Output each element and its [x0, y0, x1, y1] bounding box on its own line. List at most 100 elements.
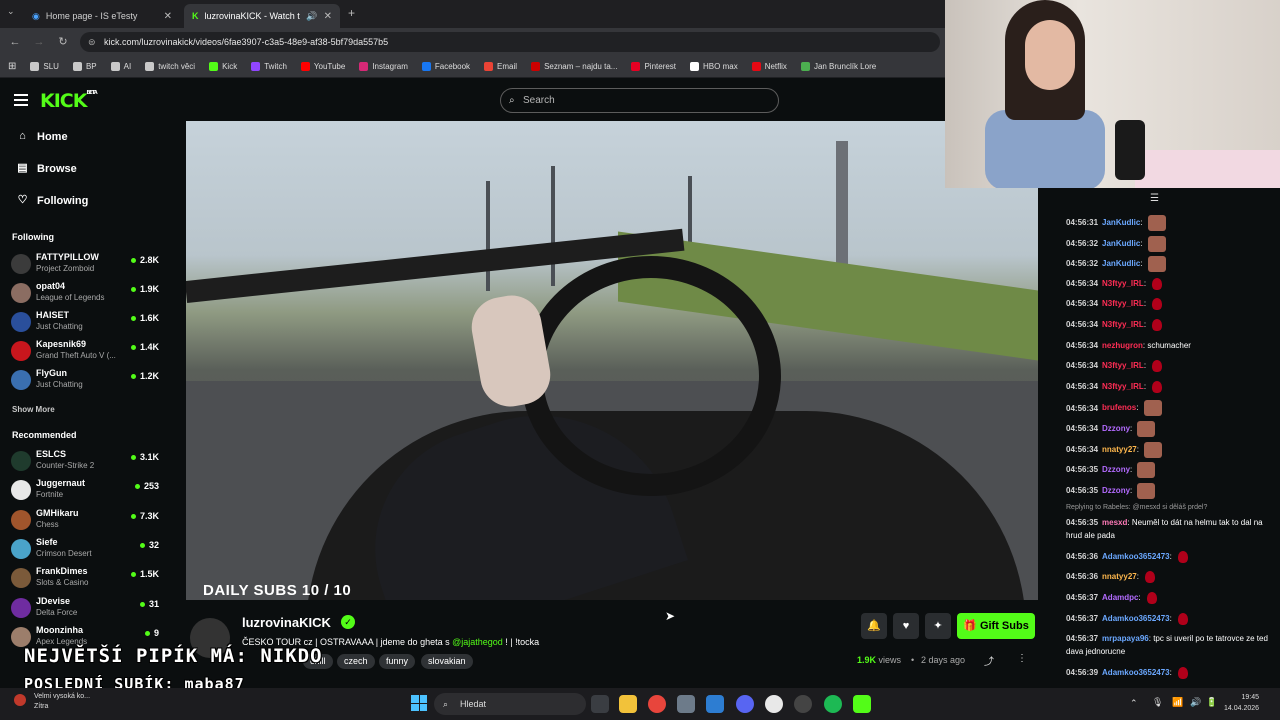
task-view-icon[interactable] — [591, 695, 609, 713]
notification-bell-icon[interactable]: 🔔 — [861, 613, 887, 639]
chat-filter-icon[interactable]: ☰ — [1150, 193, 1180, 204]
tab-kick[interactable]: K luzrovinaKICK - Watch the V 🔊 ✕ — [184, 4, 340, 28]
chat-username[interactable]: Dzzony — [1102, 465, 1130, 474]
chat-username[interactable]: nnatyy27 — [1102, 445, 1137, 454]
chat-username[interactable]: Adamkoo3652473 — [1102, 552, 1170, 561]
channel-item[interactable]: FrankDimes Slots & Casino 1.5K — [11, 565, 161, 591]
sidebar-item-home[interactable]: ⌂ Home — [16, 130, 67, 143]
obs-icon[interactable] — [794, 695, 812, 713]
spotify-icon[interactable] — [824, 695, 842, 713]
bookmark[interactable]: Facebook — [421, 62, 470, 71]
chat-username[interactable]: N3ftyy_IRL — [1102, 361, 1144, 370]
chat-username[interactable]: N3ftyy_IRL — [1102, 279, 1144, 288]
chat-username[interactable]: Dzzony — [1102, 424, 1130, 433]
streamer-name[interactable]: luzrovinaKICK — [242, 615, 331, 630]
more-options-icon[interactable]: ⋮ — [1017, 653, 1027, 664]
battery-icon[interactable]: 🔋 — [1206, 697, 1217, 708]
channel-item[interactable]: JDevise Delta Force 31 — [11, 595, 161, 621]
volume-icon[interactable]: 🔊 — [1190, 697, 1201, 708]
chat-username[interactable]: mesxd — [1102, 518, 1127, 527]
speaker-icon[interactable]: 🔊 — [306, 11, 317, 22]
channel-item[interactable]: GMHikaru Chess 7.3K — [11, 507, 161, 533]
chat-username[interactable]: Dzzony — [1102, 486, 1130, 495]
bookmark[interactable]: Jan Brunclík Lore — [800, 62, 876, 71]
sidebar-item-following[interactable]: ♡ Following — [16, 194, 89, 207]
tag[interactable]: czech — [337, 654, 375, 669]
system-clock[interactable]: 19:45 14.04.2026 — [1224, 692, 1259, 714]
bookmark[interactable]: twitch věci — [145, 62, 195, 71]
reload-icon[interactable]: ↻ — [55, 34, 71, 50]
bookmark[interactable]: YouTube — [300, 62, 345, 71]
bookmark[interactable]: SLU — [30, 62, 59, 71]
bookmark[interactable]: Email — [484, 62, 517, 71]
discord-icon[interactable] — [736, 695, 754, 713]
close-icon[interactable]: ✕ — [324, 11, 332, 22]
settings-icon[interactable] — [677, 695, 695, 713]
search-input[interactable]: ⌕ Search — [500, 88, 779, 113]
tab-home-page[interactable]: ◉ Home page - IS eTesty ✕ — [24, 4, 180, 28]
wifi-icon[interactable]: 📶 — [1172, 697, 1183, 708]
bookmark[interactable]: Instagram — [359, 62, 408, 71]
chat-username[interactable]: mrpapaya96 — [1102, 634, 1149, 643]
weather-widget[interactable]: Velmi vysoká ko... Zítra — [34, 692, 90, 712]
sidebar-item-browse[interactable]: ▤ Browse — [16, 162, 76, 175]
channel-item[interactable]: HAISET Just Chatting 1.6K — [11, 309, 161, 335]
video-player[interactable] — [186, 121, 1038, 600]
kick-logo[interactable]: KICKBETA — [40, 90, 98, 112]
close-icon[interactable]: ✕ — [164, 11, 172, 22]
chat-username[interactable]: Adamkoo3652473 — [1102, 668, 1170, 677]
forward-icon[interactable]: → — [31, 34, 47, 50]
chrome-icon[interactable] — [648, 695, 666, 713]
photos-icon[interactable] — [706, 695, 724, 713]
gift-subs-button[interactable]: 🎁 Gift Subs — [957, 613, 1035, 639]
bookmark[interactable]: Twitch — [251, 62, 287, 71]
tray-chevron-icon[interactable]: ⌃ — [1130, 698, 1138, 709]
bookmark[interactable]: Seznam – najdu ta... — [531, 62, 617, 71]
follow-heart-icon[interactable]: ♥ — [893, 613, 919, 639]
sparkle-icon[interactable]: ✦ — [925, 613, 951, 639]
channel-item[interactable]: Kapesnik69 Grand Theft Auto V (... 1.4K — [11, 338, 161, 364]
channel-item[interactable]: ESLCS Counter-Strike 2 3.1K — [11, 448, 161, 474]
site-info-icon[interactable]: ⊜ — [88, 32, 96, 52]
bookmark[interactable]: Netflix — [751, 62, 787, 71]
chat-username[interactable]: brufenos — [1102, 404, 1136, 413]
channel-item[interactable]: opat04 League of Legends 1.9K — [11, 280, 161, 306]
chat-username[interactable]: N3ftyy_IRL — [1102, 382, 1144, 391]
chat-username[interactable]: Adamkoo3652473 — [1102, 614, 1170, 623]
new-tab-icon[interactable]: + — [348, 6, 355, 20]
menu-icon[interactable] — [14, 94, 28, 106]
bookmark[interactable]: Kick — [209, 62, 237, 71]
tag[interactable]: funny — [379, 654, 416, 669]
chat-username[interactable]: nezhugron — [1102, 341, 1143, 350]
windows-start-icon[interactable] — [411, 695, 427, 711]
chat-username[interactable]: JanKudlic — [1102, 239, 1140, 248]
tag[interactable]: slovakian — [421, 654, 473, 669]
bookmark[interactable]: HBO max — [690, 62, 738, 71]
chat-username[interactable]: JanKudlic — [1102, 259, 1140, 268]
channel-item[interactable]: FlyGun Just Chatting 1.2K — [11, 367, 161, 393]
music-icon[interactable] — [765, 695, 783, 713]
channel-item[interactable]: Juggernaut Fortnite 253 — [11, 477, 161, 503]
chat-username[interactable]: N3ftyy_IRL — [1102, 320, 1144, 329]
channel-item[interactable]: Siefe Crimson Desert 32 — [11, 536, 161, 562]
channel-item[interactable]: FATTYPILLOW Project Zomboid 2.8K — [11, 251, 161, 277]
apps-grid-icon[interactable]: ⊞ — [8, 61, 16, 72]
tab-search-icon[interactable]: ⌄ — [7, 6, 15, 17]
weather-icon[interactable] — [14, 694, 26, 706]
chat-username[interactable]: nnatyy27 — [1102, 572, 1137, 581]
back-icon[interactable]: ← — [7, 34, 23, 50]
chat-username[interactable]: JanKudlic — [1102, 218, 1140, 227]
kick-app-icon[interactable] — [853, 695, 871, 713]
show-more-link[interactable]: Show More — [12, 405, 55, 414]
share-icon[interactable]: ⤴ — [984, 653, 994, 668]
chat-username[interactable]: Adamdpc — [1102, 593, 1138, 602]
address-bar[interactable]: ⊜ kick.com/luzrovinakick/videos/6fae3907… — [80, 32, 940, 52]
bookmark[interactable]: Pinterest — [631, 62, 676, 71]
microphone-icon[interactable]: 🎙 — [1152, 697, 1163, 708]
taskbar-search[interactable]: ⌕ Hledat — [434, 693, 586, 715]
bookmark[interactable]: AI — [110, 62, 131, 71]
title-mention[interactable]: @jajathegod — [452, 637, 503, 647]
bookmark[interactable]: BP — [72, 62, 97, 71]
chat-username[interactable]: N3ftyy_IRL — [1102, 299, 1144, 308]
file-explorer-icon[interactable] — [619, 695, 637, 713]
